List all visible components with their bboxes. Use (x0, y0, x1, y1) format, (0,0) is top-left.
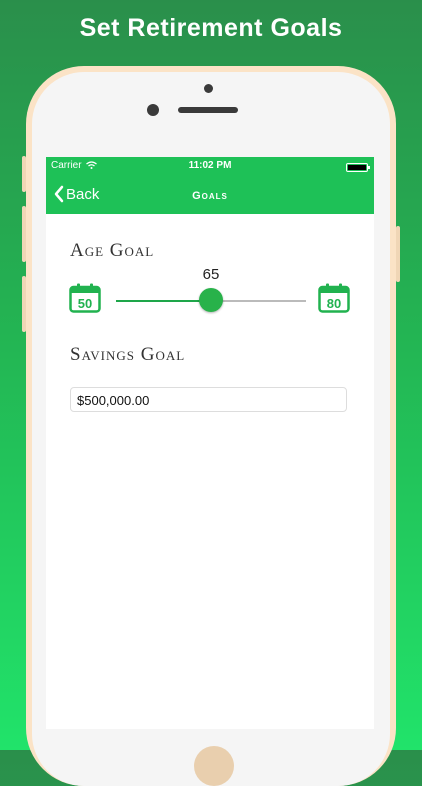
home-button (194, 746, 234, 786)
nav-bar: Carrier 11:02 PM Back Goals (46, 157, 374, 214)
calendar-max-label: 80 (327, 296, 341, 311)
headline: Set Retirement Goals (79, 14, 343, 42)
battery-icon (346, 163, 370, 172)
savings-goal-label: Savings Goal (70, 344, 186, 365)
nav-title: Goals (192, 190, 228, 202)
phone-side-button (22, 276, 26, 332)
camera-dot (147, 104, 159, 116)
sensor-dot (204, 84, 213, 93)
savings-goal-input[interactable]: $500,000.00 (70, 387, 347, 412)
speaker-grille (178, 107, 238, 113)
age-slider-value: 65 (202, 266, 220, 283)
phone-side-button (22, 206, 26, 262)
age-slider-fill (116, 300, 211, 302)
app-screen: Carrier 11:02 PM Back Goals Age Goal 65 … (46, 157, 374, 729)
status-bar: Carrier 11:02 PM (46, 160, 374, 174)
calendar-min-icon: 50 (69, 283, 101, 313)
age-goal-label: Age Goal (70, 240, 155, 261)
calendar-min-label: 50 (78, 296, 92, 311)
calendar-max-icon: 80 (318, 283, 350, 313)
age-slider-thumb[interactable] (199, 288, 223, 312)
phone-side-button (22, 156, 26, 192)
status-time: 11:02 PM (188, 160, 232, 171)
phone-side-button (396, 226, 400, 282)
